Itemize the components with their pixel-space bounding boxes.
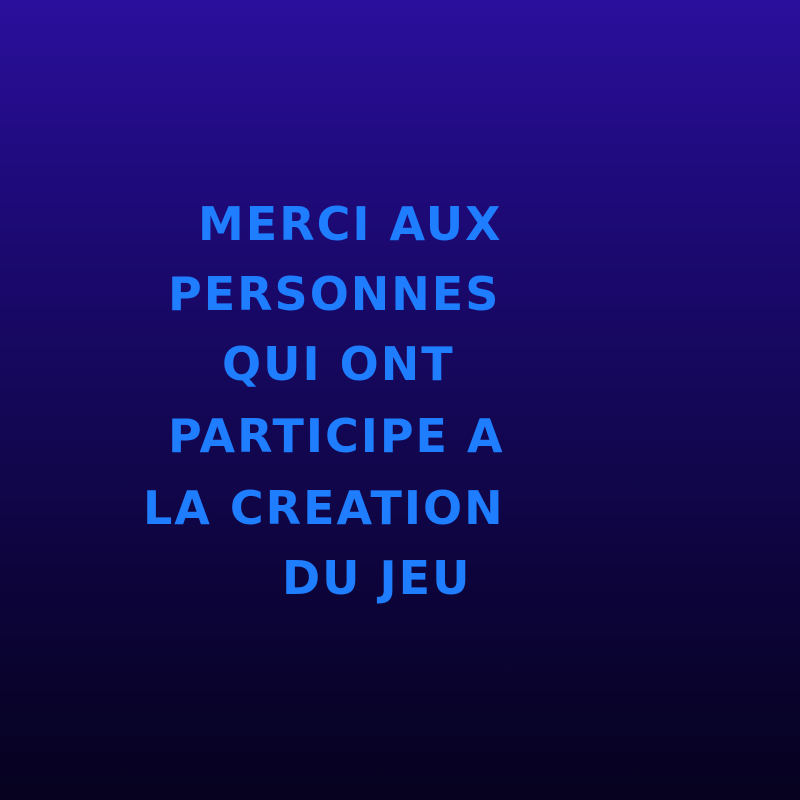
credits-line-2: PERSONNES — [168, 267, 501, 321]
credits-line-4: PARTICIPE A — [168, 409, 505, 463]
credits-screen: MERCI AUX PERSONNES QUI ONT PARTICIPE A … — [0, 0, 800, 800]
credits-line-5: LA CREATION — [143, 481, 505, 535]
credits-line-1: MERCI AUX — [198, 197, 503, 251]
credits-line-6: DU JEU — [282, 551, 472, 605]
credits-message: MERCI AUX PERSONNES QUI ONT PARTICIPE A … — [0, 0, 800, 800]
credits-line-3: QUI ONT — [222, 337, 455, 391]
